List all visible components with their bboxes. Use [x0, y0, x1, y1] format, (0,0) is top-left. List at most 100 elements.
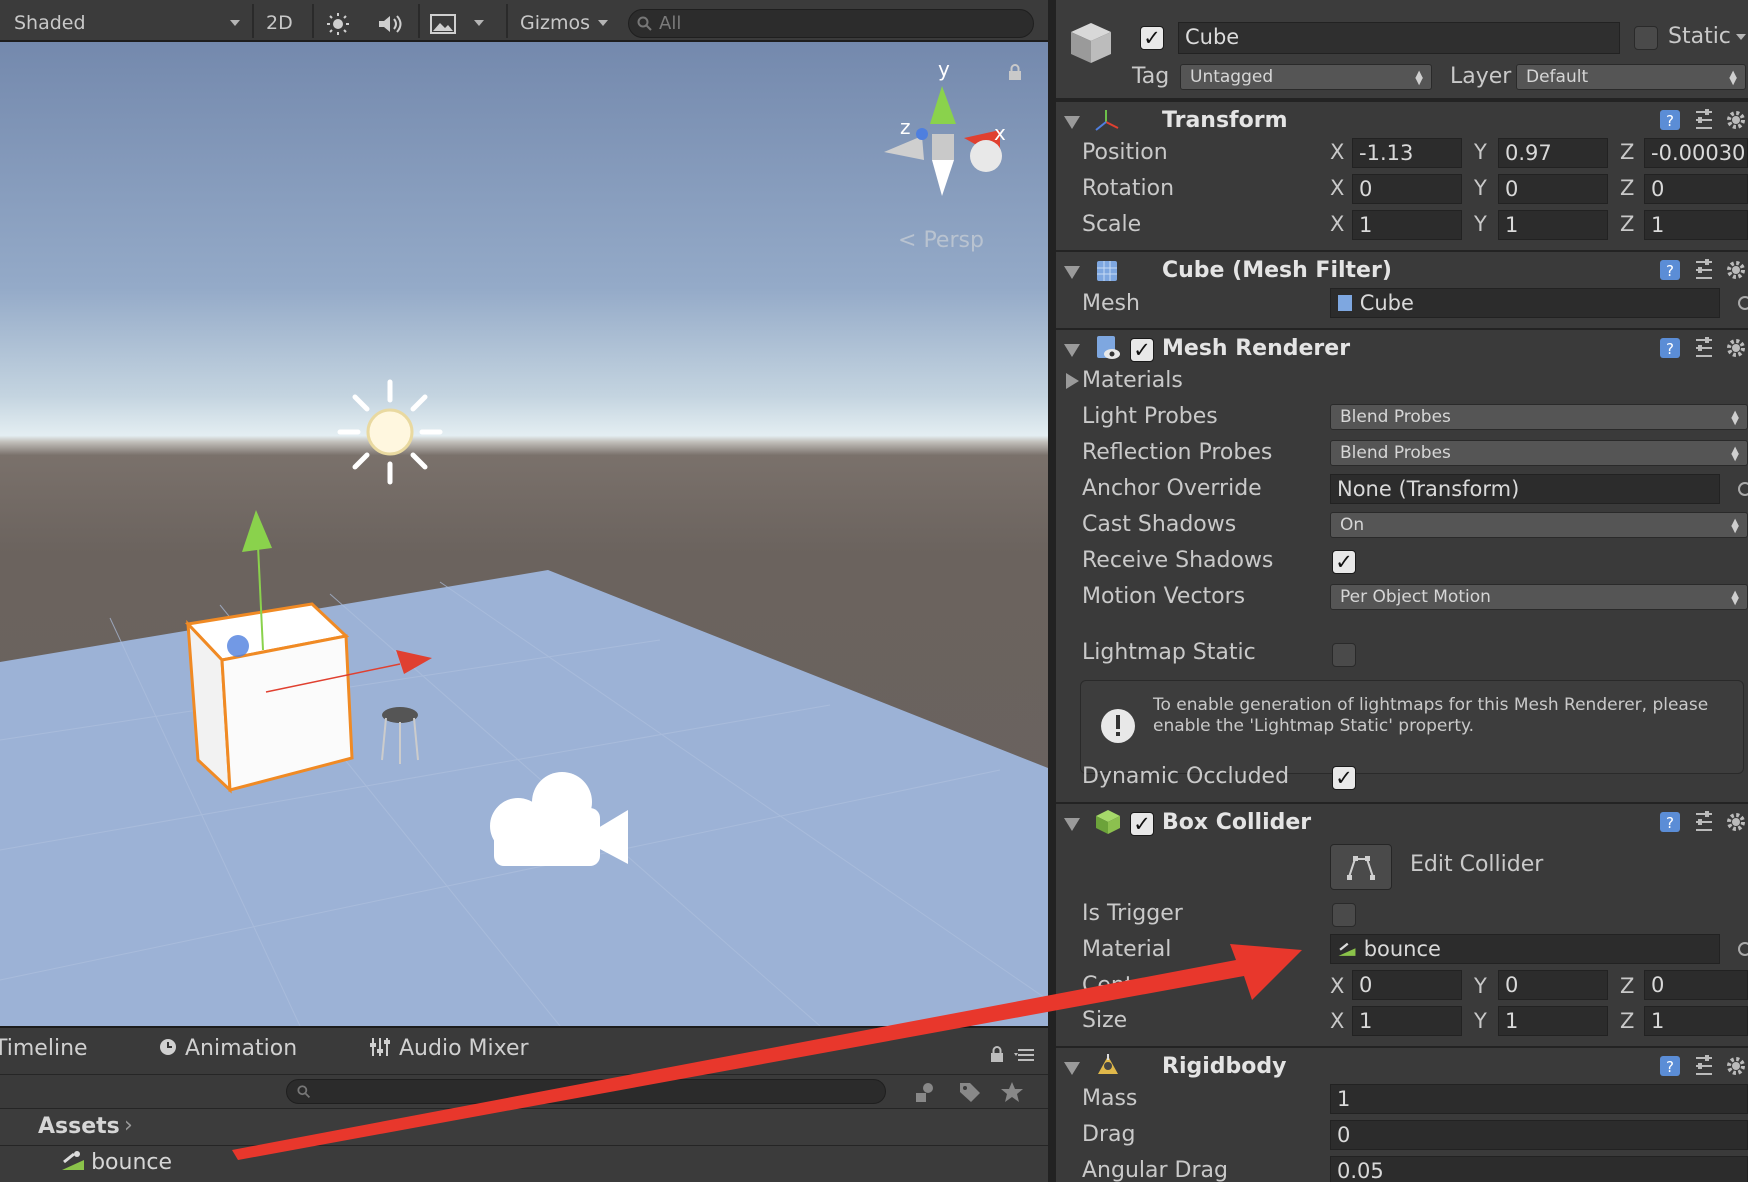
foldout-expanded-icon[interactable]: [1064, 1062, 1080, 1075]
panel-menu-icon[interactable]: [1014, 1048, 1034, 1062]
is-trigger-checkbox[interactable]: [1332, 903, 1356, 927]
scale-x-field[interactable]: 1: [1352, 210, 1462, 240]
center-z-field[interactable]: 0: [1644, 970, 1748, 1000]
anchor-override-field[interactable]: None (Transform): [1330, 474, 1720, 504]
drag-field[interactable]: 0: [1330, 1120, 1748, 1150]
filter-by-type-icon[interactable]: [914, 1081, 938, 1103]
object-picker-icon[interactable]: [1738, 296, 1748, 310]
lock-icon[interactable]: [1008, 64, 1022, 80]
gear-icon[interactable]: [1724, 258, 1748, 282]
gear-icon[interactable]: [1724, 336, 1748, 360]
center-x-field[interactable]: 0: [1352, 970, 1462, 1000]
scene-lighting-toggle[interactable]: [326, 0, 352, 42]
mesh-renderer-enabled-checkbox[interactable]: ✓: [1130, 338, 1154, 362]
active-checkbox[interactable]: ✓: [1140, 26, 1164, 50]
tag-dropdown[interactable]: Untagged ▲ ▼: [1180, 64, 1432, 90]
lock-icon[interactable]: [990, 1046, 1004, 1062]
position-y-field[interactable]: 0.97: [1498, 138, 1608, 168]
preset-icon[interactable]: [1692, 108, 1716, 132]
asset-name: bounce: [91, 1150, 173, 1175]
layer-dropdown[interactable]: Default ▲ ▼: [1516, 64, 1746, 90]
size-z-field[interactable]: 1: [1644, 1006, 1748, 1036]
toggle-2d-button[interactable]: 2D: [266, 0, 293, 42]
size-x-field[interactable]: 1: [1352, 1006, 1462, 1036]
help-icon[interactable]: ?: [1658, 108, 1682, 132]
receive-shadows-checkbox[interactable]: ✓: [1332, 550, 1356, 574]
transform-header[interactable]: Transform ?: [1056, 100, 1748, 140]
chevron-down-icon[interactable]: [1736, 34, 1746, 40]
scale-y-field[interactable]: 1: [1498, 210, 1608, 240]
mass-field[interactable]: 1: [1330, 1084, 1748, 1114]
dynamic-occluded-checkbox[interactable]: ✓: [1332, 766, 1356, 790]
preset-icon[interactable]: [1692, 336, 1716, 360]
tab-audio-mixer[interactable]: Audio Mixer: [370, 1036, 529, 1061]
gizmos-dropdown[interactable]: Gizmos: [520, 0, 610, 42]
breadcrumb-assets[interactable]: Assets: [38, 1114, 120, 1139]
rigidbody-header[interactable]: Rigidbody ?: [1056, 1046, 1748, 1086]
reflection-probes-dropdown[interactable]: Blend Probes ▲ ▼: [1330, 440, 1748, 466]
rotation-z-field[interactable]: 0: [1644, 174, 1748, 204]
preset-icon[interactable]: [1692, 1054, 1716, 1078]
box-collider-enabled-checkbox[interactable]: ✓: [1130, 812, 1154, 836]
edit-collider-button[interactable]: [1330, 844, 1392, 890]
preset-icon[interactable]: [1692, 258, 1716, 282]
gear-icon[interactable]: [1724, 1054, 1748, 1078]
materials-label[interactable]: Materials: [1082, 368, 1183, 393]
scene-search-input[interactable]: All: [628, 9, 1034, 38]
motion-vectors-value: Per Object Motion: [1340, 587, 1491, 607]
list-item[interactable]: bounce: [60, 1150, 172, 1178]
collider-material-field[interactable]: bounce: [1330, 934, 1720, 964]
gear-icon[interactable]: [1724, 810, 1748, 834]
scene-viewport[interactable]: y x z < Persp: [0, 42, 1048, 1026]
tag-icon[interactable]: [958, 1081, 982, 1103]
position-z-field[interactable]: -0.00030: [1644, 138, 1748, 168]
center-x-value: 0: [1359, 973, 1373, 997]
preset-icon[interactable]: [1692, 810, 1716, 834]
object-name-input[interactable]: Cube: [1178, 22, 1620, 54]
rigidbody-icon: [1098, 1054, 1118, 1074]
mesh-object-field[interactable]: Cube: [1330, 288, 1720, 318]
is-trigger-label: Is Trigger: [1082, 901, 1183, 926]
help-icon[interactable]: ?: [1658, 1054, 1682, 1078]
help-icon[interactable]: ?: [1658, 258, 1682, 282]
foldout-expanded-icon[interactable]: [1064, 818, 1080, 831]
foldout-collapsed-icon[interactable]: [1066, 373, 1079, 389]
component-header-icons: ?: [1658, 1054, 1748, 1082]
rotation-x-field[interactable]: 0: [1352, 174, 1462, 204]
search-icon: [637, 16, 652, 31]
light-probes-dropdown[interactable]: Blend Probes ▲ ▼: [1330, 404, 1748, 430]
object-picker-icon[interactable]: [1738, 482, 1748, 496]
project-search-input[interactable]: [286, 1079, 886, 1104]
tab-animation[interactable]: Animation: [158, 1036, 297, 1061]
gear-icon[interactable]: [1724, 108, 1748, 132]
object-picker-icon[interactable]: [1738, 942, 1748, 956]
orientation-gizmo[interactable]: [884, 86, 1002, 196]
scene-audio-toggle[interactable]: [376, 0, 404, 42]
static-checkbox[interactable]: [1634, 26, 1658, 50]
rotation-y-field[interactable]: 0: [1498, 174, 1608, 204]
scale-z-field[interactable]: 1: [1644, 210, 1748, 240]
tab-timeline[interactable]: Timeline: [0, 1036, 88, 1061]
star-icon[interactable]: [1000, 1081, 1024, 1103]
gameobject-icon: [1071, 23, 1111, 63]
foldout-expanded-icon[interactable]: [1064, 344, 1080, 357]
size-y-field[interactable]: 1: [1498, 1006, 1608, 1036]
projection-toggle[interactable]: < Persp: [898, 228, 984, 253]
foldout-expanded-icon[interactable]: [1064, 116, 1080, 129]
lightmap-static-checkbox[interactable]: [1332, 643, 1356, 667]
center-y-field[interactable]: 0: [1498, 970, 1608, 1000]
shading-mode-dropdown[interactable]: Shaded: [14, 0, 240, 42]
size-z-value: 1: [1651, 1009, 1665, 1033]
cast-shadows-dropdown[interactable]: On ▲ ▼: [1330, 512, 1748, 538]
mesh-renderer-header[interactable]: ✓ Mesh Renderer ?: [1056, 328, 1748, 368]
position-x-field[interactable]: -1.13: [1352, 138, 1462, 168]
mesh-filter-header[interactable]: Cube (Mesh Filter) ?: [1056, 250, 1748, 290]
component-header-icons: ?: [1658, 108, 1748, 136]
motion-vectors-dropdown[interactable]: Per Object Motion ▲ ▼: [1330, 584, 1748, 610]
foldout-expanded-icon[interactable]: [1064, 266, 1080, 279]
box-collider-header[interactable]: ✓ Box Collider ?: [1056, 802, 1748, 842]
help-icon[interactable]: ?: [1658, 336, 1682, 360]
help-icon[interactable]: ?: [1658, 810, 1682, 834]
scene-effects-dropdown[interactable]: [430, 0, 490, 42]
angular-drag-field[interactable]: 0.05: [1330, 1156, 1748, 1182]
